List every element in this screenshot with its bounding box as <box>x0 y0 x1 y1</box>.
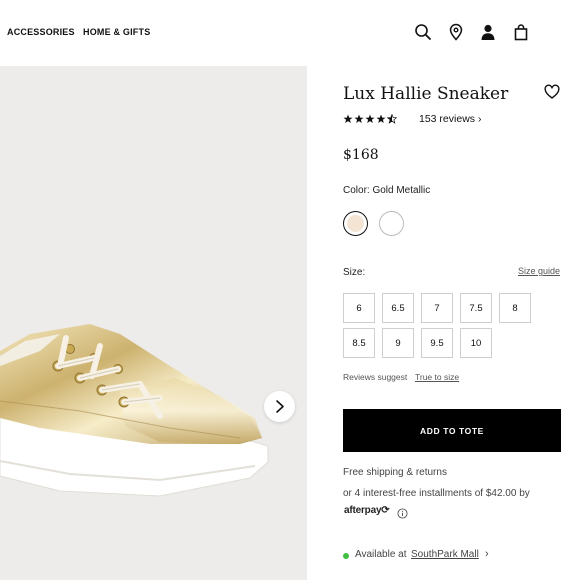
installments-info: or 4 interest-free installments of $42.0… <box>343 488 530 499</box>
add-to-tote-button[interactable]: ADD TO TOTE <box>343 409 561 452</box>
size-option[interactable]: 8 <box>499 293 531 323</box>
size-option[interactable]: 7 <box>421 293 453 323</box>
size-guide-link[interactable]: Size guide <box>518 266 560 276</box>
swatch-fill <box>347 215 364 232</box>
color-swatch-gold-metallic[interactable] <box>343 211 368 236</box>
rating-stars <box>343 114 397 126</box>
size-option[interactable]: 10 <box>460 328 492 358</box>
fit-label: Reviews suggest <box>343 372 408 382</box>
wishlist-heart-icon[interactable] <box>544 84 560 100</box>
afterpay-logo: afterpay⟳ <box>344 505 390 516</box>
store-chevron: › <box>485 548 489 560</box>
nav-link-home-gifts[interactable]: HOME & GIFTS <box>83 27 150 37</box>
half-star-icon <box>387 114 397 124</box>
product-image-gallery <box>0 66 307 580</box>
product-details: Lux Hallie Sneaker 153 reviews › $168 Co… <box>343 0 580 580</box>
size-option[interactable]: 6 <box>343 293 375 323</box>
fit-value-link[interactable]: True to size <box>415 372 459 382</box>
star-icon <box>376 114 386 123</box>
size-option[interactable]: 6.5 <box>382 293 414 323</box>
product-title: Lux Hallie Sneaker <box>343 84 509 104</box>
product-image <box>0 324 269 497</box>
product-price: $168 <box>343 147 379 163</box>
size-option[interactable]: 8.5 <box>343 328 375 358</box>
nav-link-accessories[interactable]: ACCESSORIES <box>7 27 75 37</box>
reviews-link[interactable]: 153 reviews › <box>419 113 481 125</box>
color-label: Color: Gold Metallic <box>343 185 431 196</box>
store-link[interactable]: SouthPark Mall <box>411 549 479 560</box>
star-icon <box>354 114 364 123</box>
shipping-info: Free shipping & returns <box>343 467 447 478</box>
availability-label: Available at <box>355 549 407 560</box>
color-swatch-white[interactable] <box>379 211 404 236</box>
size-option[interactable]: 7.5 <box>460 293 492 323</box>
star-icon <box>343 114 353 123</box>
availability-status-dot <box>343 553 349 559</box>
chevron-right-icon <box>276 400 284 413</box>
info-icon[interactable] <box>397 506 408 519</box>
next-image-button[interactable] <box>264 391 295 422</box>
size-option[interactable]: 9 <box>382 328 414 358</box>
star-icon <box>365 114 375 123</box>
size-label: Size: <box>343 267 366 278</box>
size-option[interactable]: 9.5 <box>421 328 453 358</box>
